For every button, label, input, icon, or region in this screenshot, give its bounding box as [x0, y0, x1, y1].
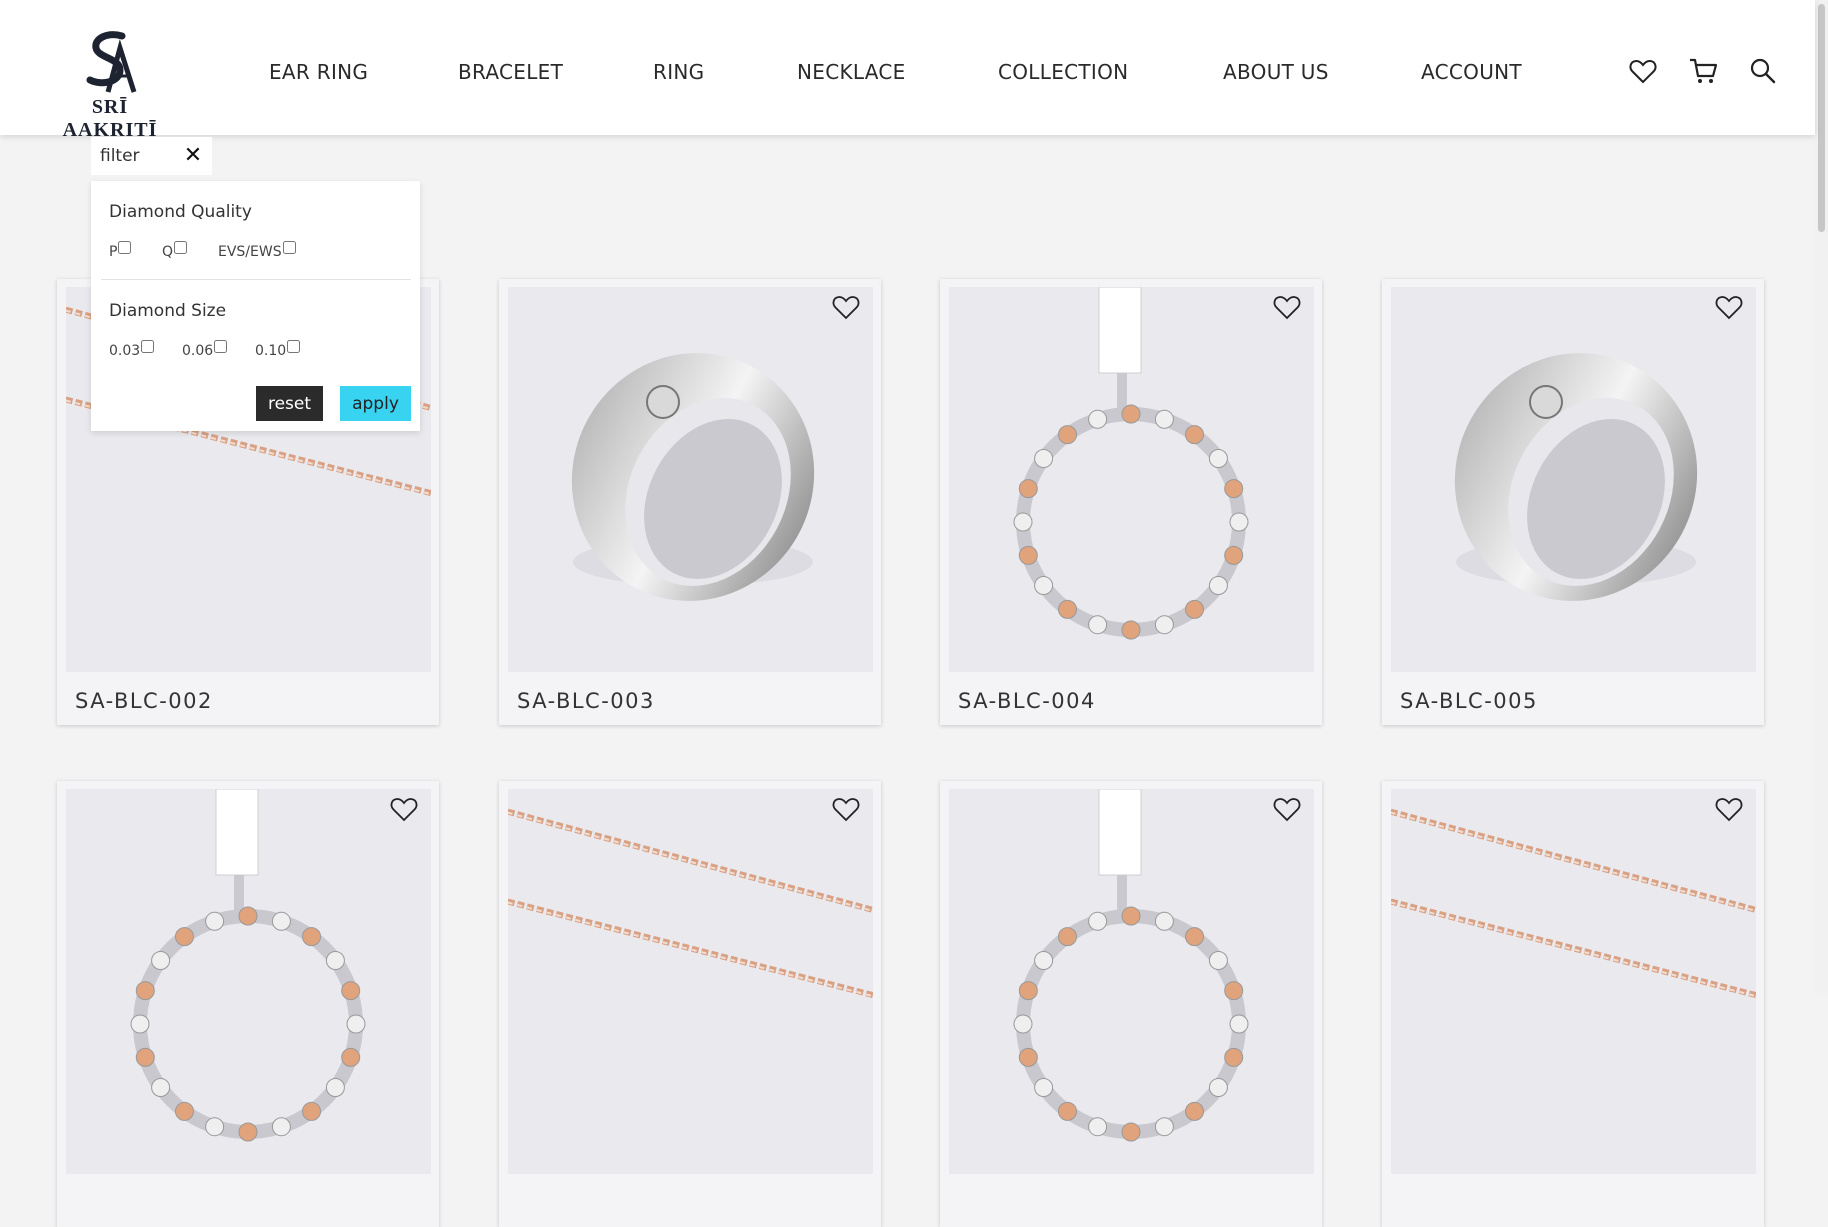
wishlist-heart-icon[interactable] — [1272, 795, 1302, 823]
product-image[interactable] — [508, 287, 873, 672]
wishlist-heart-icon[interactable] — [831, 795, 861, 823]
wishlist-heart-icon[interactable] — [389, 795, 419, 823]
close-icon[interactable]: ✕ — [182, 143, 204, 167]
product-card[interactable] — [57, 781, 439, 1227]
logo-mark-icon — [86, 31, 137, 93]
wishlist-heart-icon[interactable] — [1628, 56, 1658, 86]
diamond-quality-title: Diamond Quality — [109, 202, 252, 222]
page-scrollbar[interactable] — [1815, 0, 1828, 993]
brand-name: SRĪ AAKRITĪ — [62, 96, 158, 141]
brand-logo[interactable]: SRĪ AAKRITĪ — [44, 30, 176, 141]
nav-item-necklace[interactable]: NECKLACE — [797, 60, 906, 84]
product-image[interactable] — [949, 287, 1314, 672]
nav-item-ear-ring[interactable]: EAR RING — [269, 60, 368, 84]
filter-tag-label: filter — [100, 146, 140, 166]
filter-divider — [101, 279, 411, 280]
product-card[interactable]: SA-BLC-004 — [940, 279, 1322, 725]
nav-item-collection[interactable]: COLLECTION — [998, 60, 1128, 84]
site-header: SRĪ AAKRITĪ EAR RING BRACELET RING NECKL… — [0, 0, 1815, 141]
size-checkbox-003[interactable] — [141, 340, 155, 353]
product-card[interactable] — [1382, 781, 1764, 1227]
apply-button[interactable]: apply — [340, 386, 411, 421]
product-title[interactable]: SA-BLC-004 — [958, 689, 1096, 713]
product-card[interactable]: SA-BLC-005 — [1382, 279, 1764, 725]
product-image[interactable] — [949, 789, 1314, 1174]
quality-option-label: EVS/EWS — [218, 244, 282, 260]
wishlist-heart-icon[interactable] — [831, 293, 861, 321]
size-option-label: 0.06 — [182, 343, 214, 359]
quality-option-label: P — [109, 244, 118, 260]
size-option-003[interactable]: 0.03 — [109, 340, 155, 359]
quality-checkbox-evs-ews[interactable] — [282, 241, 296, 254]
size-checkbox-006[interactable] — [214, 340, 228, 353]
search-icon[interactable] — [1748, 56, 1778, 86]
size-option-label: 0.10 — [255, 343, 287, 359]
product-title[interactable]: SA-BLC-003 — [517, 689, 655, 713]
product-card[interactable] — [499, 781, 881, 1227]
wishlist-heart-icon[interactable] — [1714, 293, 1744, 321]
product-image[interactable] — [1391, 287, 1756, 672]
product-card[interactable]: SA-BLC-003 — [499, 279, 881, 725]
product-card[interactable] — [940, 781, 1322, 1227]
product-title[interactable]: SA-BLC-005 — [1400, 689, 1538, 713]
scrollbar-thumb[interactable] — [1818, 4, 1825, 232]
quality-option-evs-ews[interactable]: EVS/EWS — [218, 241, 296, 260]
nav-item-account[interactable]: ACCOUNT — [1421, 60, 1522, 84]
diamond-size-title: Diamond Size — [109, 301, 227, 321]
nav-item-about-us[interactable]: ABOUT US — [1223, 60, 1329, 84]
wishlist-heart-icon[interactable] — [1272, 293, 1302, 321]
nav-item-bracelet[interactable]: BRACELET — [458, 60, 563, 84]
size-option-006[interactable]: 0.06 — [182, 340, 228, 359]
size-checkbox-010[interactable] — [287, 340, 301, 353]
quality-checkbox-q[interactable] — [174, 241, 188, 254]
product-title[interactable]: SA-BLC-002 — [75, 689, 213, 713]
size-option-010[interactable]: 0.10 — [255, 340, 301, 359]
wishlist-heart-icon[interactable] — [1714, 795, 1744, 823]
filter-panel: Diamond Quality P Q EVS/EWS Diamond Size… — [91, 181, 420, 431]
product-image[interactable] — [508, 789, 873, 1174]
product-image[interactable] — [66, 789, 431, 1174]
cart-icon[interactable] — [1688, 56, 1718, 86]
quality-option-p[interactable]: P — [109, 241, 132, 260]
size-option-label: 0.03 — [109, 343, 141, 359]
filter-tag[interactable]: filter ✕ — [91, 137, 212, 175]
quality-option-label: Q — [162, 244, 174, 260]
reset-button[interactable]: reset — [256, 386, 323, 421]
product-image[interactable] — [1391, 789, 1756, 1174]
nav-item-ring[interactable]: RING — [653, 60, 704, 84]
quality-option-q[interactable]: Q — [162, 241, 188, 260]
quality-checkbox-p[interactable] — [118, 241, 132, 254]
